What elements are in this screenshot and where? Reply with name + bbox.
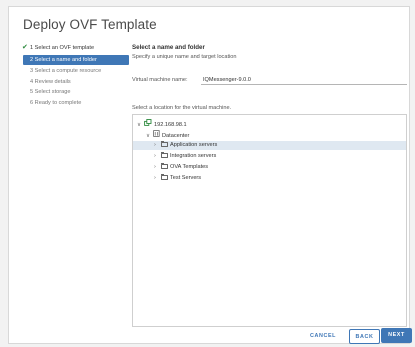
tree-node-label: Application servers (170, 142, 218, 148)
folder-icon (161, 173, 168, 180)
vm-name-input[interactable] (201, 75, 407, 85)
datacenter-icon (153, 130, 160, 141)
tree-node-datacenter[interactable]: ∨ Datacenter (146, 130, 189, 139)
tree-node-label: Datacenter (162, 132, 190, 139)
cancel-button[interactable]: CANCEL (305, 329, 341, 344)
wizard-steps: ✔ 1 Select an OVF template 2 Select a na… (22, 43, 129, 109)
location-label: Select a location for the virtual machin… (132, 105, 232, 111)
tree-node-label: Integration servers (170, 153, 217, 159)
vm-name-label: Virtual machine name: (132, 77, 188, 83)
step-label: 1 Select an OVF template (30, 45, 95, 51)
dialog-title: Deploy OVF Template (23, 17, 157, 32)
step-content: Select a name and folder Specify a uniqu… (132, 44, 407, 327)
folder-icon (161, 140, 168, 147)
deploy-ovf-dialog: Deploy OVF Template ✔ 1 Select an OVF te… (8, 6, 410, 344)
chevron-right-icon[interactable]: › (154, 174, 161, 183)
vm-name-row: Virtual machine name: (132, 75, 407, 87)
content-subheading: Specify a unique name and target locatio… (132, 54, 237, 60)
step-ready-to-complete[interactable]: 6 Ready to complete (23, 98, 129, 109)
content-heading: Select a name and folder (132, 44, 205, 51)
step-label: 3 Select a compute resource (30, 68, 102, 74)
vcenter-icon (144, 119, 152, 130)
check-icon: ✔ (22, 44, 28, 51)
tree-node-label: OVA Templates (170, 164, 209, 170)
step-label: 5 Select storage (30, 89, 71, 95)
step-label: 2 Select a name and folder (30, 56, 97, 63)
folder-icon (161, 162, 168, 169)
step-label: 6 Ready to complete (30, 99, 82, 106)
tree-node-vcenter[interactable]: ∨ 192.168.98.1 (137, 119, 187, 128)
chevron-right-icon[interactable]: › (154, 163, 161, 172)
tree-node-folder[interactable]: › Test Servers (154, 173, 202, 183)
tree-node-folder[interactable]: › OVA Templates (154, 162, 209, 172)
chevron-right-icon[interactable]: › (154, 152, 161, 161)
next-button[interactable]: NEXT (381, 328, 412, 343)
step-review-details[interactable]: 4 Review details (23, 77, 129, 88)
chevron-right-icon[interactable]: › (154, 141, 161, 150)
folder-icon (161, 151, 168, 158)
chevron-down-icon[interactable]: ∨ (137, 121, 144, 130)
chevron-down-icon[interactable]: ∨ (146, 132, 153, 141)
step-select-compute-resource[interactable]: 3 Select a compute resource (23, 66, 129, 77)
tree-node-label: 192.168.98.1 (154, 121, 187, 128)
back-button[interactable]: BACK (349, 329, 380, 344)
step-select-ovf-template[interactable]: ✔ 1 Select an OVF template (22, 43, 129, 54)
step-select-name-folder[interactable]: 2 Select a name and folder (23, 54, 129, 65)
tree-node-label: Test Servers (170, 175, 202, 181)
step-label: 4 Review details (30, 78, 71, 85)
tree-node-folder[interactable]: › Integration servers (154, 151, 217, 161)
step-select-storage[interactable]: 5 Select storage (23, 87, 129, 98)
tree-node-folder[interactable]: › Application servers (133, 140, 406, 150)
location-tree: ∨ 192.168.98.1 ∨ Datacenter › Application s… (132, 114, 407, 327)
